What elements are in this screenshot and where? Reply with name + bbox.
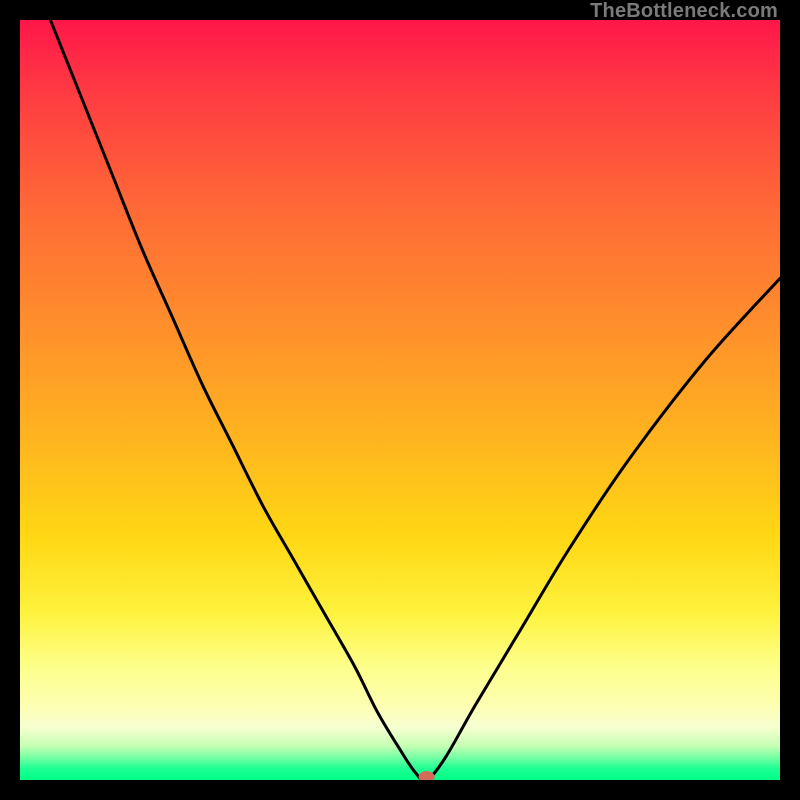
- plot-area: [20, 20, 780, 780]
- curve-svg: [20, 20, 780, 780]
- chart-frame: TheBottleneck.com: [0, 0, 800, 800]
- minimum-marker: [419, 771, 435, 780]
- bottleneck-curve: [50, 20, 780, 780]
